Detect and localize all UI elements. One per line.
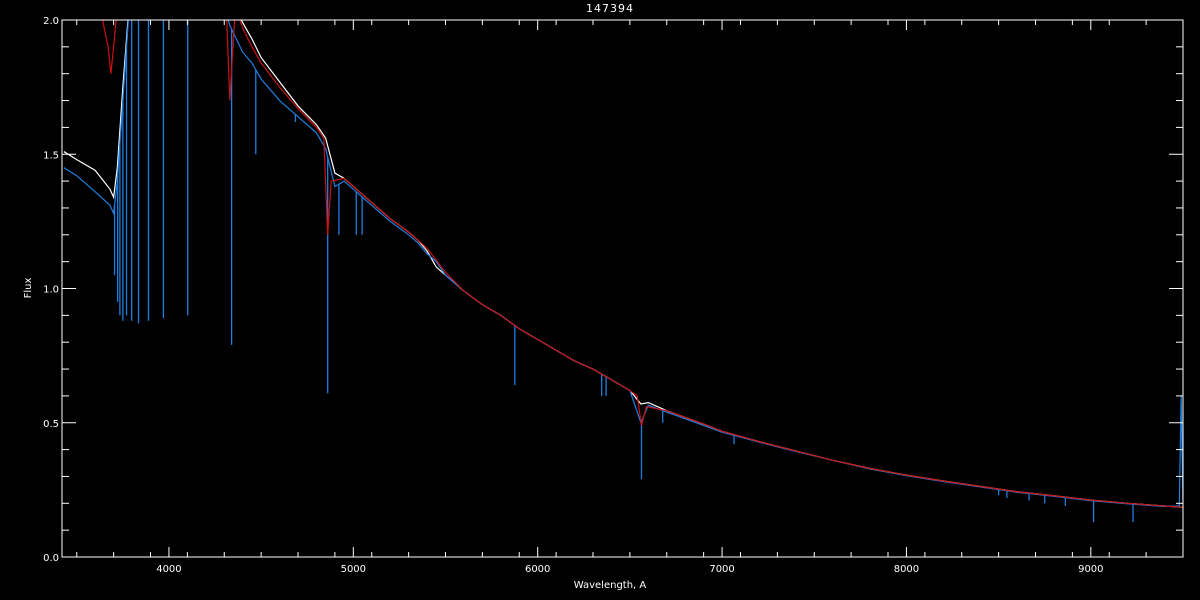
series-layer xyxy=(63,20,1183,557)
x-tick-label: 4000 xyxy=(156,564,181,575)
x-tick-label: 9000 xyxy=(1078,564,1103,575)
chart-title: 147394 xyxy=(586,2,634,15)
y-tick-label: 0.0 xyxy=(43,553,59,564)
y-tick-label: 0.5 xyxy=(43,419,59,430)
series-line-2 xyxy=(101,20,1183,508)
y-tick-label: 1.5 xyxy=(43,150,59,161)
y-tick-label: 2.0 xyxy=(43,16,59,27)
y-tick-label: 1.0 xyxy=(43,285,59,296)
x-tick-label: 6000 xyxy=(525,564,550,575)
x-tick-label: 5000 xyxy=(341,564,366,575)
y-axis-label: Flux xyxy=(23,278,34,299)
x-axis-label: Wavelength, A xyxy=(574,580,647,591)
x-tick-label: 7000 xyxy=(709,564,734,575)
x-tick-label: 8000 xyxy=(894,564,919,575)
spectrum-chart: 147394 Wavelength, A Flux 4000 5000 6000 70… xyxy=(23,2,1184,591)
